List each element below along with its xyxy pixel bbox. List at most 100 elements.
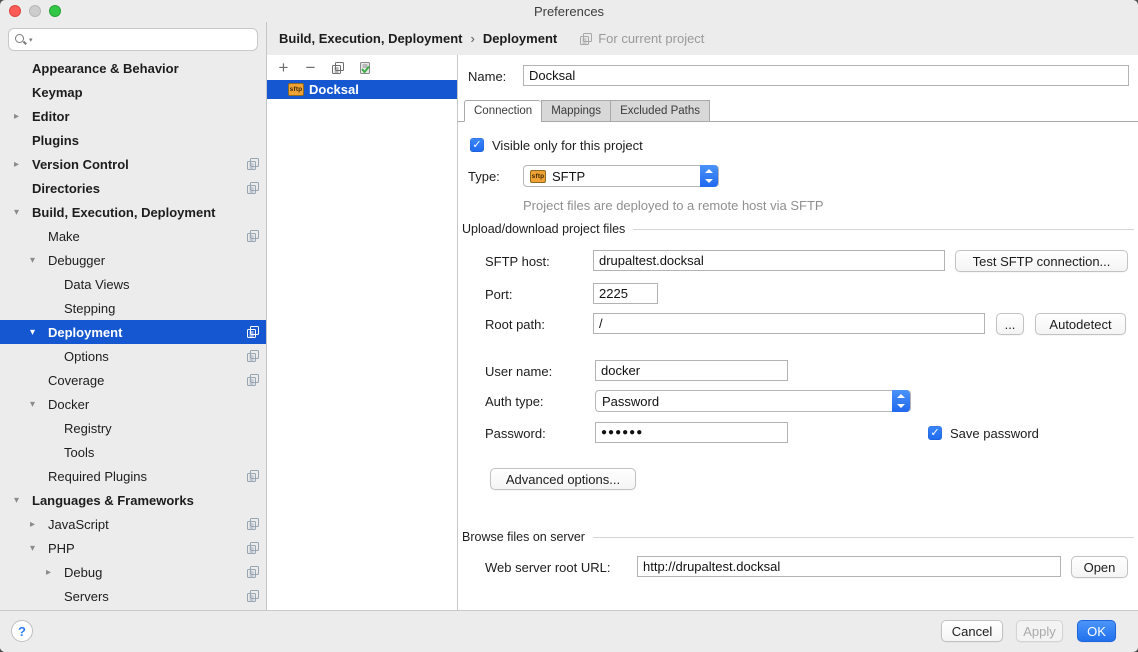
shared-settings-icon: [246, 157, 260, 171]
breadcrumb-build-execution-deployment[interactable]: Build, Execution, Deployment: [279, 31, 462, 46]
ok-button[interactable]: OK: [1077, 620, 1116, 642]
shared-settings-icon: [246, 589, 260, 603]
upload-section-header: Upload/download project files: [462, 222, 1134, 236]
apply-button[interactable]: Apply: [1016, 620, 1063, 642]
sidebar-item-debugger[interactable]: ▾Debugger: [0, 248, 266, 272]
browse-section-header: Browse files on server: [462, 530, 1134, 544]
tab-mappings[interactable]: Mappings: [541, 100, 610, 122]
sidebar-item-php-debug[interactable]: ▸Debug: [0, 560, 266, 584]
remove-icon[interactable]: −: [302, 59, 319, 76]
scope-label: For current project: [598, 31, 704, 46]
sidebar-item-docker[interactable]: ▾Docker: [0, 392, 266, 416]
shared-settings-icon: [246, 229, 260, 243]
shared-settings-icon: [246, 325, 260, 339]
sidebar-item-registry[interactable]: Registry: [0, 416, 266, 440]
sidebar-item-build-execution-deployment[interactable]: ▾Build, Execution, Deployment: [0, 200, 266, 224]
chevron-right-icon[interactable]: ▸: [30, 519, 48, 530]
breadcrumb-separator-icon: ›: [470, 31, 474, 46]
chevron-down-icon[interactable]: ▾: [30, 543, 48, 554]
visible-only-checkbox[interactable]: ✓: [470, 138, 484, 152]
auth-type-dropdown[interactable]: Password: [595, 390, 911, 412]
type-value: SFTP: [552, 169, 585, 184]
sidebar-item-php[interactable]: ▾PHP: [0, 536, 266, 560]
sidebar-item-stepping[interactable]: Stepping: [0, 296, 266, 320]
chevron-right-icon[interactable]: ▸: [14, 111, 32, 122]
chevron-down-icon[interactable]: ▾: [30, 327, 48, 338]
use-as-default-icon[interactable]: [356, 59, 373, 76]
sidebar-item-options[interactable]: Options: [0, 344, 266, 368]
password-input[interactable]: [595, 422, 788, 443]
sidebar-item-php-servers[interactable]: Servers: [0, 584, 266, 608]
chevron-right-icon[interactable]: ▸: [14, 159, 32, 170]
port-input[interactable]: [593, 283, 658, 304]
sidebar-item-languages-frameworks[interactable]: ▾Languages & Frameworks: [0, 488, 266, 512]
sidebar-item-directories[interactable]: Directories: [0, 176, 266, 200]
shared-settings-icon: [246, 541, 260, 555]
sidebar-item-coverage[interactable]: Coverage: [0, 368, 266, 392]
sidebar-item-javascript[interactable]: ▸JavaScript: [0, 512, 266, 536]
shared-settings-icon: [246, 565, 260, 579]
title-bar: Preferences: [0, 0, 1138, 22]
sidebar-item-appearance-behavior[interactable]: Appearance & Behavior: [0, 56, 266, 80]
server-name: Docksal: [309, 82, 359, 97]
settings-sidebar: ▾ Appearance & Behavior Keymap ▸Editor P…: [0, 22, 267, 610]
chevron-down-icon[interactable]: ▾: [30, 399, 48, 410]
open-button[interactable]: Open: [1071, 556, 1128, 578]
sftp-host-label: SFTP host:: [485, 254, 550, 269]
sidebar-item-make[interactable]: Make: [0, 224, 266, 248]
settings-tree: Appearance & Behavior Keymap ▸Editor Plu…: [0, 56, 266, 608]
save-password-checkbox[interactable]: ✓: [928, 426, 942, 440]
type-dropdown[interactable]: sftp SFTP: [523, 165, 719, 187]
search-input[interactable]: [33, 31, 257, 49]
chevron-down-icon[interactable]: ▾: [14, 495, 32, 506]
popup-stepper-icon: [892, 390, 910, 412]
sftp-icon: sftp: [530, 170, 546, 183]
chevron-down-icon[interactable]: ▾: [30, 255, 48, 266]
deployment-form: Name: Connection Mappings Excluded Paths…: [458, 55, 1138, 610]
preferences-window: Preferences ▾ Appearance & Behavior Keym…: [0, 0, 1138, 652]
tab-excluded-paths[interactable]: Excluded Paths: [610, 100, 710, 122]
type-help-text: Project files are deployed to a remote h…: [523, 198, 824, 213]
user-name-label: User name:: [485, 364, 552, 379]
cancel-button[interactable]: Cancel: [941, 620, 1003, 642]
add-icon[interactable]: +: [275, 59, 292, 76]
save-password-label: Save password: [950, 426, 1039, 441]
help-icon[interactable]: ?: [11, 620, 33, 642]
chevron-right-icon[interactable]: ▸: [46, 567, 64, 578]
name-input[interactable]: [523, 65, 1129, 86]
settings-search-field[interactable]: ▾: [8, 28, 258, 51]
shared-settings-icon: [246, 517, 260, 531]
web-root-label: Web server root URL:: [485, 560, 610, 575]
sidebar-item-deployment[interactable]: ▾Deployment: [0, 320, 266, 344]
chevron-down-icon[interactable]: ▾: [14, 207, 32, 218]
sftp-host-input[interactable]: [593, 250, 945, 271]
copy-icon[interactable]: [329, 59, 346, 76]
root-path-input[interactable]: [593, 313, 985, 334]
sidebar-item-keymap[interactable]: Keymap: [0, 80, 266, 104]
shared-settings-icon: [246, 469, 260, 483]
breadcrumb-deployment[interactable]: Deployment: [483, 31, 557, 46]
test-sftp-connection-button[interactable]: Test SFTP connection...: [955, 250, 1128, 272]
sidebar-item-data-views[interactable]: Data Views: [0, 272, 266, 296]
type-label: Type:: [468, 169, 500, 184]
auth-type-label: Auth type:: [485, 394, 544, 409]
sidebar-item-plugins[interactable]: Plugins: [0, 128, 266, 152]
tab-bar: Connection Mappings Excluded Paths: [464, 100, 710, 122]
server-list-toolbar: + −: [267, 55, 457, 80]
sidebar-item-tools[interactable]: Tools: [0, 440, 266, 464]
web-root-input[interactable]: [637, 556, 1061, 577]
sidebar-item-editor[interactable]: ▸Editor: [0, 104, 266, 128]
advanced-options-button[interactable]: Advanced options...: [490, 468, 636, 490]
shared-settings-icon: [246, 373, 260, 387]
visible-only-label: Visible only for this project: [492, 138, 643, 153]
sidebar-item-required-plugins[interactable]: Required Plugins: [0, 464, 266, 488]
browse-root-path-button[interactable]: ...: [996, 313, 1024, 335]
sidebar-item-version-control[interactable]: ▸Version Control: [0, 152, 266, 176]
tab-connection[interactable]: Connection: [464, 100, 541, 122]
sftp-icon: sftp: [288, 83, 304, 96]
breadcrumb: Build, Execution, Deployment › Deploymen…: [267, 22, 1138, 55]
user-name-input[interactable]: [595, 360, 788, 381]
autodetect-button[interactable]: Autodetect: [1035, 313, 1126, 335]
auth-type-value: Password: [602, 394, 659, 409]
server-list-item-docksal[interactable]: sftp Docksal: [267, 80, 457, 99]
